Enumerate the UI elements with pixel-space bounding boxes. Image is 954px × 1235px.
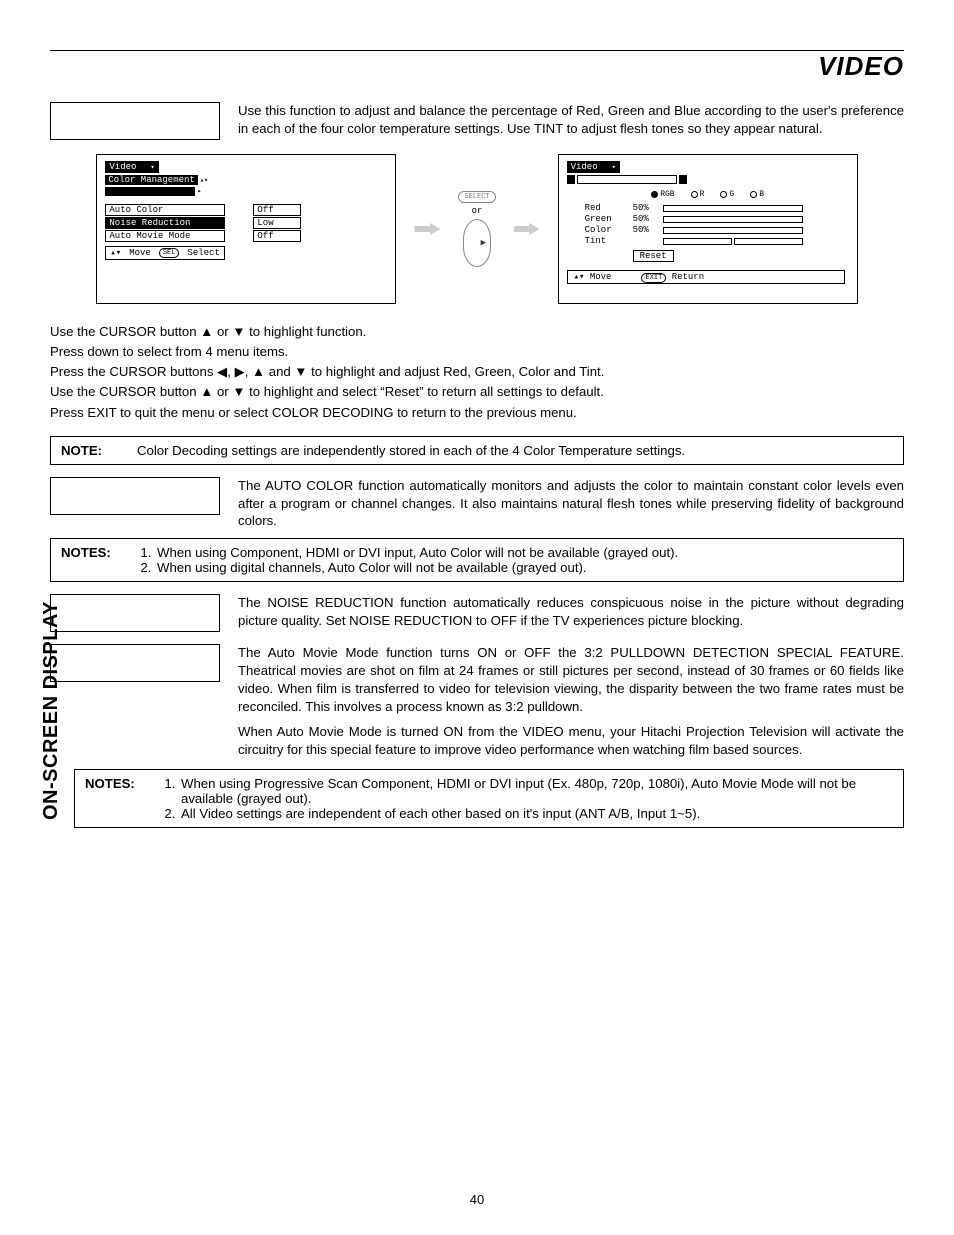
val-num: 50% [633,225,663,235]
select-button-icon: SELECT [458,191,495,203]
item-label: Auto Color [105,204,225,216]
note-item: When using Progressive Scan Component, H… [179,776,893,806]
auto-movie-text-2: When Auto Movie Mode is turned ON from t… [238,723,904,759]
osd-list-item: Noise Reduction Low [105,217,387,229]
arrow-right-icon [414,223,440,235]
arrow-right-icon [514,223,540,235]
slider-bar [663,227,803,234]
osd-left-title-label: Video [109,162,136,172]
radio-r: R [691,190,705,199]
sidebar-label: ON-SCREEN DISPLAY [40,601,63,820]
auto-color-text: The AUTO COLOR function automatically mo… [238,477,904,530]
osd-left-footer: ▴▾ Move SEL Select [105,246,224,260]
osd-right-bar-m [577,175,677,184]
val-num: 50% [633,214,663,224]
reset-button: Reset [633,250,674,262]
updown-icon: ▴▾ [574,272,585,282]
right-icon: ▸ [197,187,201,196]
osd-right-title-label: Video [571,162,598,172]
osd-left-sub: Color Management [105,175,197,185]
mid-controls: SELECT or ▶ [458,191,495,267]
val-label: Red [585,203,633,213]
note-label: NOTES: [85,776,147,821]
osd-diagram: Video ▾ Color Management ▴▾ ▸ Auto Color… [50,154,904,304]
updown-icon: ▴▾ [110,248,121,258]
note-box-1: NOTE: Color Decoding settings are indepe… [50,436,904,465]
foot-move: Move [590,272,612,282]
intro-text: Use this function to adjust and balance … [238,102,904,140]
note-label: NOTE: [61,443,123,458]
slider-bar [663,216,803,223]
sel-pill: SEL [159,248,180,258]
radio-b: B [750,190,764,199]
auto-movie-text: The Auto Movie Mode function turns ON or… [238,644,904,715]
osd-right-footer: ▴▾ Move EXIT Return [567,270,845,284]
instr-line: Use the CURSOR button ▲ or ▼ to highligh… [50,322,904,341]
osd-left-list: Auto Color Off Noise Reduction Low Auto … [105,204,387,242]
osd-right-bar-l [567,175,575,184]
instr-line: Press the CURSOR buttons ◀, ▶, ▲ and ▼ t… [50,362,904,381]
val-label: Color [585,225,633,235]
note-item: All Video settings are independent of ea… [179,806,893,821]
note-item: When using Component, HDMI or DVI input,… [155,545,893,560]
item-value: Off [253,204,301,216]
osd-left: Video ▾ Color Management ▴▾ ▸ Auto Color… [96,154,396,304]
tint-bar [663,238,803,245]
or-label: or [472,206,483,216]
osd-right: Video ▾ RGB R G B Red 50% [558,154,858,304]
val-num: 50% [633,203,663,213]
item-value: Low [253,217,301,229]
joystick-icon: ▶ [463,219,491,267]
val-label: Green [585,214,633,224]
osd-right-title: Video ▾ [567,161,620,173]
foot-return: Return [672,272,704,282]
instructions: Use the CURSOR button ▲ or ▼ to highligh… [50,322,904,422]
note-body: Color Decoding settings are independentl… [137,443,893,458]
osd-left-title: Video ▾ [105,161,158,173]
item-value: Off [253,230,301,242]
instr-line: Press down to select from 4 menu items. [50,342,904,361]
val-row-green: Green 50% [585,214,831,224]
val-label: Tint [585,236,633,246]
foot-select: Select [187,248,219,258]
instr-line: Use the CURSOR button ▲ or ▼ to highligh… [50,382,904,401]
noise-red-icon-box [50,594,220,632]
exit-pill: EXIT [641,273,666,283]
auto-movie-icon-box [50,644,220,682]
note-box-3: NOTES: When using Progressive Scan Compo… [74,769,904,828]
color-mgmt-icon-box [50,102,220,140]
note-item: When using digital channels, Auto Color … [155,560,893,575]
osd-right-bar-r [679,175,687,184]
page-number: 40 [0,1192,954,1207]
item-label: Noise Reduction [105,217,225,229]
auto-color-icon-box [50,477,220,515]
page-title: VIDEO [50,51,904,82]
foot-move: Move [129,248,151,258]
noise-red-text: The NOISE REDUCTION function automatical… [238,594,904,632]
note-label: NOTES: [61,545,123,575]
osd-left-bar [105,187,195,196]
item-label: Auto Movie Mode [105,230,225,242]
val-row-red: Red 50% [585,203,831,213]
val-row-tint: Tint [585,236,831,246]
dropdown-icon: ▾ [612,163,616,172]
instr-line: Press EXIT to quit the menu or select CO… [50,403,904,422]
slider-bar [663,205,803,212]
radio-rgb: RGB [651,190,674,199]
osd-list-item: Auto Movie Mode Off [105,230,387,242]
radio-g: G [720,190,734,199]
val-row-color: Color 50% [585,225,831,235]
osd-list-item: Auto Color Off [105,204,387,216]
dropdown-icon: ▾ [150,163,154,172]
updown-icon: ▴▾ [200,176,208,185]
radio-row: RGB R G B [585,190,831,199]
note-box-2: NOTES: When using Component, HDMI or DVI… [50,538,904,582]
